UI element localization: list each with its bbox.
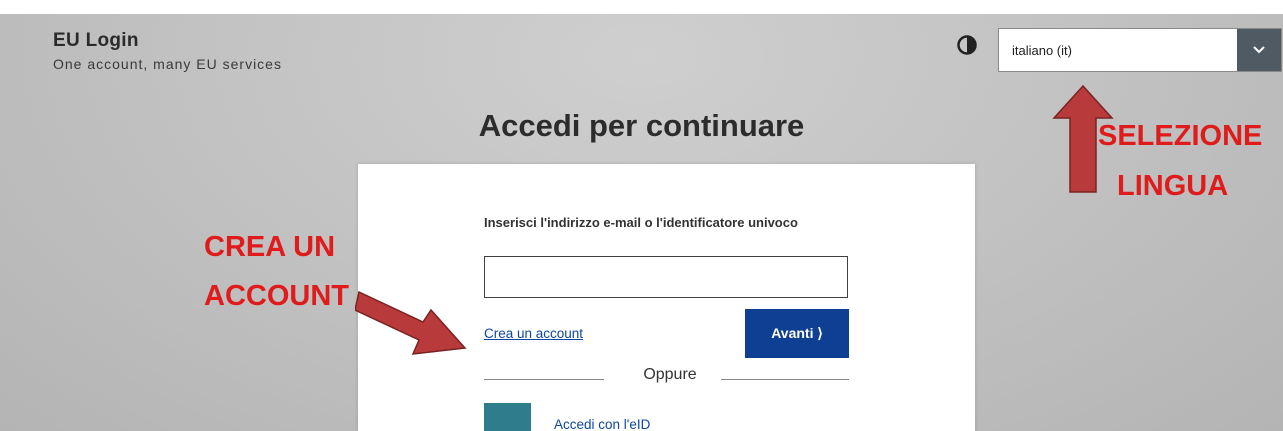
globe-icon[interactable] <box>484 403 531 431</box>
create-account-link[interactable]: Crea un account <box>484 326 583 341</box>
app-tagline: One account, many EU services <box>53 56 282 72</box>
login-page: EU Login One account, many EU services i… <box>0 14 1283 431</box>
chevron-down-icon[interactable] <box>1237 29 1281 71</box>
annotation-language-line2: LINGUA <box>1117 170 1229 202</box>
identifier-input[interactable] <box>484 256 848 298</box>
divider-line-left <box>484 379 604 380</box>
identifier-label: Inserisci l'indirizzo e-mail o l'identif… <box>484 215 798 230</box>
contrast-icon[interactable] <box>957 35 977 55</box>
app-title: EU Login <box>53 30 139 51</box>
language-selected-value: italiano (it) <box>1012 43 1072 58</box>
annotation-arrow-up-icon <box>1052 84 1114 193</box>
language-select[interactable]: italiano (it) <box>998 28 1282 72</box>
eid-login-link[interactable]: Accedi con l'eID <box>554 417 650 431</box>
annotation-create-account-line1: CREA UN <box>204 231 336 263</box>
annotation-language-line1: SELEZIONE <box>1098 120 1263 152</box>
annotation-arrow-right-icon <box>355 290 467 355</box>
brand-block: EU Login One account, many EU services <box>53 30 282 72</box>
next-button[interactable]: Avanti ⟩ <box>745 309 849 358</box>
annotation-create-account-line2: ACCOUNT <box>204 280 349 312</box>
divider-line-right <box>721 379 849 380</box>
divider-text: Oppure <box>643 366 697 383</box>
